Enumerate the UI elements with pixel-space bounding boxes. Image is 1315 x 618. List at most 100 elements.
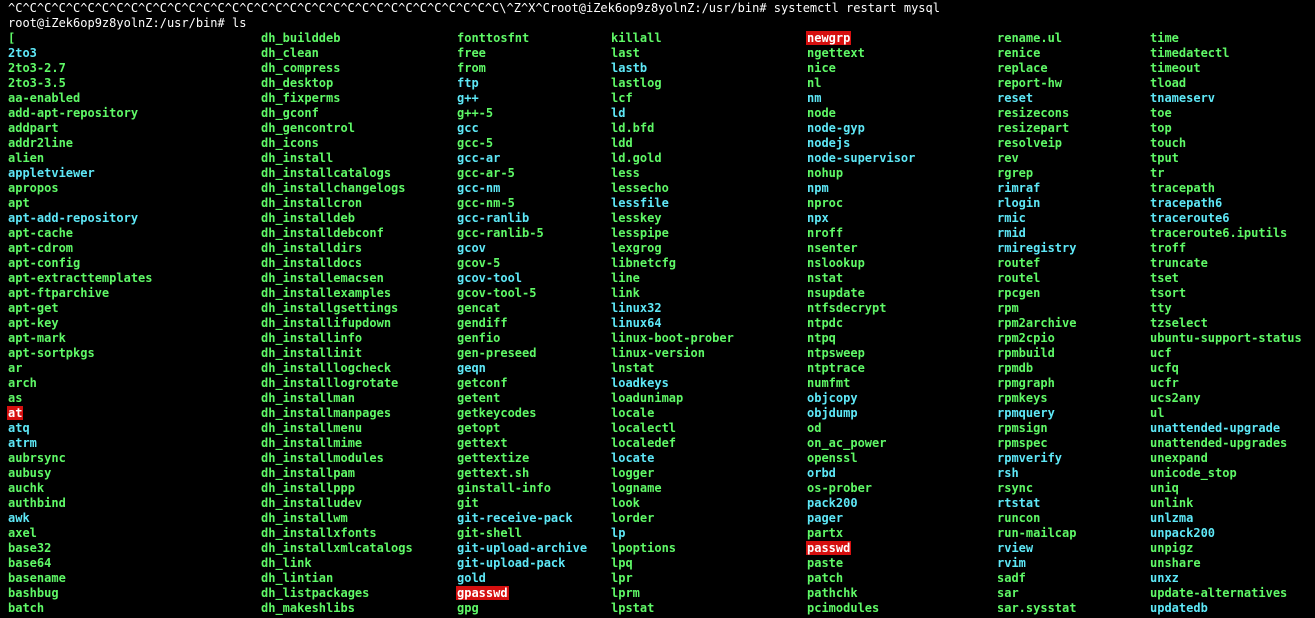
file-entry: openssl xyxy=(807,451,997,466)
file-entry: dh_desktop xyxy=(261,76,451,91)
file-entry: passwd xyxy=(806,541,997,556)
file-entry-name: os-prober xyxy=(807,481,873,495)
file-entry-name: dh_installinfo xyxy=(261,331,363,345)
file-entry: dh_installdeb xyxy=(261,211,451,226)
file-entry-name: libnetcfg xyxy=(611,256,677,270)
file-entry-name: rsh xyxy=(997,466,1019,480)
file-entry-name: updatedb xyxy=(1150,601,1208,615)
file-entry: dh_installchangelogs xyxy=(261,181,451,196)
file-entry: dh_installmanpages xyxy=(261,406,451,421)
file-entry: lpr xyxy=(611,571,801,586)
file-entry-name: apt-add-repository xyxy=(8,211,139,225)
file-entry: dh_install xyxy=(261,151,451,166)
file-entry: loadunimap xyxy=(611,391,801,406)
file-entry-name: dh_lintian xyxy=(261,571,334,585)
file-entry-name: ul xyxy=(1150,406,1165,420)
file-entry: apt-get xyxy=(8,301,198,316)
file-entry: ntptrace xyxy=(807,361,997,376)
file-entry: tload xyxy=(1150,76,1315,91)
file-entry: timedatectl xyxy=(1150,46,1315,61)
file-entry: lpstat xyxy=(611,601,801,616)
file-entry-name: atq xyxy=(8,421,30,435)
file-entry-name: apropos xyxy=(8,181,59,195)
file-entry: apt-key xyxy=(8,316,198,331)
file-entry-name: replace xyxy=(997,61,1048,75)
file-entry: pack200 xyxy=(807,496,997,511)
file-entry-name: gcov-tool xyxy=(457,271,523,285)
file-entry-name: dh_install xyxy=(261,151,334,165)
file-entry-name: ntpsweep xyxy=(807,346,865,360)
terminal-window[interactable]: ^C^C^C^C^C^C^C^C^C^C^C^C^C^C^C^C^C^C^C^C… xyxy=(0,0,1315,618)
file-entry-name: lpstat xyxy=(611,601,655,615)
file-entry: logname xyxy=(611,481,801,496)
file-entry-name: bashbug xyxy=(8,586,59,600)
file-entry-name: as xyxy=(8,391,23,405)
file-entry-name: apt-cdrom xyxy=(8,241,74,255)
file-entry-name: dh_gconf xyxy=(261,106,319,120)
file-entry-name: ld.gold xyxy=(611,151,662,165)
file-entry: dh_installlogcheck xyxy=(261,361,451,376)
file-entry-name: sar xyxy=(997,586,1019,600)
file-entry-name: nroff xyxy=(807,226,844,240)
file-entry: unattended-upgrade xyxy=(1150,421,1315,436)
file-entry-name: 2to3 xyxy=(8,46,37,60)
file-entry: apt xyxy=(8,196,198,211)
file-entry-name: gpasswd xyxy=(456,586,509,600)
file-entry-name: ngettext xyxy=(807,46,865,60)
file-entry: ld.gold xyxy=(611,151,801,166)
file-entry-name: resolveip xyxy=(997,136,1063,150)
file-entry-name: tnameserv xyxy=(1150,91,1216,105)
file-entry-name: unpigz xyxy=(1150,541,1194,555)
file-entry: dh_installdirs xyxy=(261,241,451,256)
file-entry: update-alternatives xyxy=(1150,586,1315,601)
file-entry-name: objcopy xyxy=(807,391,858,405)
file-entry: patch xyxy=(807,571,997,586)
file-entry-name: dh_installxmlcatalogs xyxy=(261,541,413,555)
file-entry: dh_clean xyxy=(261,46,451,61)
file-entry-name: gendiff xyxy=(457,316,508,330)
file-entry-name: dh_installinit xyxy=(261,346,363,360)
file-entry-name: gcc-nm xyxy=(457,181,501,195)
file-entry: ntfsdecrypt xyxy=(807,301,997,316)
file-entry-name: ar xyxy=(8,361,23,375)
file-entry-name: nodejs xyxy=(807,136,851,150)
file-entry-name: npm xyxy=(807,181,829,195)
file-entry-name: tset xyxy=(1150,271,1179,285)
file-entry: timeout xyxy=(1150,61,1315,76)
file-entry: troff xyxy=(1150,241,1315,256)
file-entry: apt-ftparchive xyxy=(8,286,198,301)
file-entry-name: dh_installudev xyxy=(261,496,363,510)
file-entry-name: rview xyxy=(997,541,1034,555)
file-entry: localectl xyxy=(611,421,801,436)
file-entry: dh_fixperms xyxy=(261,91,451,106)
file-entry-name: routef xyxy=(997,256,1041,270)
file-entry-name: axel xyxy=(8,526,37,540)
file-entry-name: basename xyxy=(8,571,66,585)
file-entry-name: truncate xyxy=(1150,256,1208,270)
file-entry: unpigz xyxy=(1150,541,1315,556)
file-entry-name: apt-key xyxy=(8,316,59,330)
file-entry-name: gcc-ranlib xyxy=(457,211,530,225)
file-entry: ngettext xyxy=(807,46,997,61)
file-entry-name: toe xyxy=(1150,106,1172,120)
file-entry-name: dh_compress xyxy=(261,61,341,75)
file-entry: dh_installdocs xyxy=(261,256,451,271)
file-entry-name: ucs2any xyxy=(1150,391,1201,405)
file-entry-name: at xyxy=(7,406,24,420)
file-entry-name: dh_builddeb xyxy=(261,31,341,45)
file-entry-name: reset xyxy=(997,91,1034,105)
file-entry-name: time xyxy=(1150,31,1179,45)
file-entry-name: gold xyxy=(457,571,486,585)
file-entry-name: getent xyxy=(457,391,501,405)
file-entry-name: paste xyxy=(807,556,844,570)
file-entry: apt-cache xyxy=(8,226,198,241)
file-entry: unicode_stop xyxy=(1150,466,1315,481)
file-entry-name: rpmsign xyxy=(997,421,1048,435)
file-entry-name: dh_installmanpages xyxy=(261,406,392,420)
file-entry-name: 2to3-2.7 xyxy=(8,61,66,75)
file-entry-name: appletviewer xyxy=(8,166,95,180)
file-entry-name: openssl xyxy=(807,451,858,465)
file-entry-name: logname xyxy=(611,481,662,495)
file-entry: lastlog xyxy=(611,76,801,91)
file-entry: node xyxy=(807,106,997,121)
